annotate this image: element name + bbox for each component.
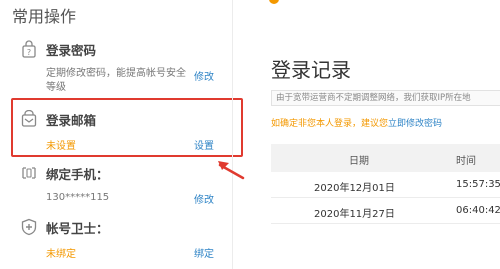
bind-guard-link[interactable]: 绑定 — [194, 245, 214, 260]
modify-password-link[interactable]: 修改 — [194, 68, 214, 83]
highlight-box — [11, 98, 243, 157]
change-password-now-link[interactable]: 立即修改密码 — [388, 119, 442, 129]
login-records-title: 登录记录 — [271, 58, 351, 82]
svg-text:?: ? — [27, 48, 31, 57]
shield-plus-icon — [20, 218, 38, 236]
security-hint-text: 如确定非您本人登录，建议您 — [271, 119, 389, 129]
header-time: 时间 — [456, 156, 476, 167]
header-date: 日期 — [349, 156, 369, 167]
bind-phone-label: 绑定手机： — [46, 167, 109, 182]
section-title: 常用操作 — [12, 7, 77, 26]
account-security-page: 常用操作 ? 登录密码 定期修改密码，能提高帐号安全 等级 修改 登录邮箱 未设… — [0, 0, 500, 269]
table-row: 2020年11月27日 06:40:42 — [271, 198, 500, 224]
phone-swap-icon — [20, 164, 38, 182]
security-hint: 如确定非您本人登录，建议您立即修改密码 — [271, 116, 442, 129]
lock-question-icon: ? — [20, 40, 38, 58]
row-time: 06:40:42 — [456, 205, 500, 216]
login-password-desc-line1: 定期修改密码，能提高帐号安全 — [46, 68, 186, 79]
login-records-table: 日期 时间 2020年12月01日 15:57:35 2020年11月27日 0… — [271, 144, 500, 224]
modify-phone-link[interactable]: 修改 — [194, 191, 214, 206]
ip-notice: 由于宽带运营商不定期调整网络，我们获取IP所在地 — [271, 90, 500, 106]
guard-status: 未绑定 — [46, 249, 76, 260]
table-header: 日期 时间 — [271, 144, 500, 172]
status-dot-icon — [269, 0, 279, 4]
phone-number: 130*****115 — [46, 192, 110, 203]
row-date: 2020年11月27日 — [314, 209, 395, 220]
common-operations-panel: 常用操作 ? 登录密码 定期修改密码，能提高帐号安全 等级 修改 登录邮箱 未设… — [0, 0, 243, 269]
login-password-label: 登录密码 — [46, 43, 97, 58]
account-guard-label: 帐号卫士： — [46, 221, 109, 236]
table-row: 2020年12月01日 15:57:35 — [271, 172, 500, 198]
row-time: 15:57:35 — [456, 179, 500, 190]
login-password-desc-line2: 等级 — [46, 82, 66, 93]
login-records-panel: 登录记录 由于宽带运营商不定期调整网络，我们获取IP所在地 如确定非您本人登录，… — [233, 0, 500, 269]
row-date: 2020年12月01日 — [314, 183, 395, 194]
